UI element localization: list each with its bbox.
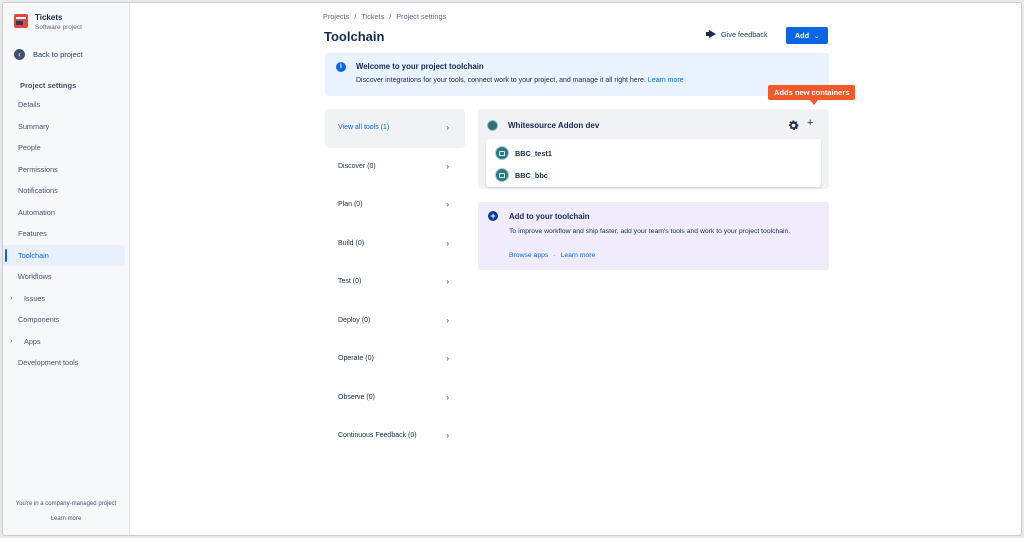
container-list: BBC_test1 BBC_bbc: [486, 139, 821, 187]
megaphone-icon: [706, 30, 717, 39]
project-header[interactable]: Tickets Software project: [14, 13, 82, 32]
company-managed-note: You're in a company-managed project: [15, 501, 117, 507]
gear-icon[interactable]: [787, 119, 800, 132]
add-toolchain-description: To improve workflow and ship faster, add…: [509, 228, 791, 235]
category-test[interactable]: Test (0) ›: [325, 263, 465, 302]
category-label: Plan (0): [338, 201, 363, 208]
sidebar-nav: Details Summary People Permissions Notif…: [3, 94, 129, 374]
category-label: Continuous Feedback (0): [338, 432, 417, 439]
plus-circle-icon: +: [488, 211, 498, 221]
tool-card: Whitesource Addon dev BBC_test1 BBC_bbc: [478, 109, 829, 189]
back-to-project-link[interactable]: ‹ Back to project: [14, 49, 83, 60]
chevron-right-icon: ›: [446, 200, 449, 209]
sidebar-item-components[interactable]: Components: [3, 309, 125, 331]
project-logo-icon: [14, 14, 28, 28]
chevron-right-icon: ›: [446, 123, 449, 132]
welcome-learn-more-link[interactable]: Learn more: [648, 77, 684, 84]
category-continuous-feedback[interactable]: Continuous Feedback (0) ›: [325, 417, 465, 456]
chevron-right-icon: ›: [446, 315, 449, 325]
chevron-right-icon: ›: [446, 354, 449, 363]
add-button[interactable]: Add ⌄: [786, 27, 828, 44]
sidebar-item-issues[interactable]: › Issues: [3, 288, 125, 310]
chevron-right-icon: ›: [446, 238, 449, 248]
container-item[interactable]: BBC_test1: [495, 143, 552, 163]
sidebar: Tickets Software project ‹ Back to proje…: [3, 3, 130, 535]
add-container-icon[interactable]: +: [807, 117, 813, 130]
sidebar-item-people[interactable]: People: [3, 137, 125, 159]
breadcrumb: Projects / Tickets / Project settings: [323, 12, 447, 21]
category-label: Observe (0): [338, 393, 375, 401]
add-toolchain-links: Browse apps · Learn more: [509, 252, 596, 259]
chevron-right-icon: ›: [446, 161, 449, 171]
sidebar-item-features[interactable]: Features: [3, 223, 125, 245]
sidebar-item-details[interactable]: Details: [3, 94, 125, 116]
category-operate[interactable]: Operate (0) ›: [325, 340, 465, 379]
sidebar-item-apps[interactable]: › Apps: [3, 331, 125, 353]
sidebar-item-label: Issues: [24, 293, 46, 303]
add-toolchain-title: Add to your toolchain: [509, 212, 590, 221]
category-plan[interactable]: Plan (0) ›: [325, 186, 465, 225]
sidebar-item-automation[interactable]: Automation: [3, 202, 125, 224]
chevron-right-icon: ›: [10, 337, 13, 345]
browse-apps-link[interactable]: Browse apps: [509, 252, 548, 259]
welcome-title: Welcome to your project toolchain: [356, 62, 484, 71]
sidebar-item-permissions[interactable]: Permissions: [3, 159, 125, 181]
category-label: Build (0): [338, 239, 365, 247]
info-icon: i: [336, 62, 346, 72]
company-learn-more-link[interactable]: Learn more: [3, 516, 129, 522]
chevron-right-icon: ›: [446, 392, 449, 402]
sidebar-item-toolchain[interactable]: Toolchain: [3, 244, 125, 266]
sidebar-item-summary[interactable]: Summary: [3, 116, 125, 138]
back-label: Back to project: [33, 50, 83, 59]
project-type: Software project: [35, 24, 82, 31]
tool-category-list: View all tools (1) › Discover (0) › Plan (…: [325, 109, 465, 456]
sidebar-section-title: Project settings: [20, 81, 77, 90]
give-feedback-button[interactable]: Give feedback: [706, 30, 768, 39]
sidebar-item-development-tools[interactable]: Development tools: [3, 352, 125, 374]
page-title: Toolchain: [324, 29, 385, 44]
whitesource-logo-icon: [487, 120, 498, 131]
category-build[interactable]: Build (0) ›: [325, 225, 465, 264]
sidebar-item-workflows[interactable]: Workflows: [3, 266, 125, 288]
arrow-left-icon: ‹: [14, 49, 25, 60]
container-icon: [495, 168, 509, 182]
category-label: Operate (0): [338, 355, 374, 362]
app-window: Tickets Software project ‹ Back to proje…: [2, 2, 1022, 536]
container-item[interactable]: BBC_bbc: [495, 165, 548, 185]
breadcrumb-project-settings[interactable]: Project settings: [396, 12, 446, 21]
chevron-right-icon: ›: [10, 294, 13, 302]
category-label: Discover (0): [338, 162, 376, 170]
welcome-description: Discover integrations for your tools, co…: [356, 77, 684, 84]
project-name: Tickets: [35, 13, 63, 22]
tooltip: Adds new containers: [768, 85, 856, 105]
chevron-right-icon: ›: [446, 431, 449, 440]
chevron-down-icon: ⌄: [814, 34, 820, 40]
container-icon: [495, 146, 509, 160]
welcome-text: Discover integrations for your tools, co…: [356, 77, 646, 84]
category-label: Deploy (0): [338, 316, 371, 324]
category-label: View all tools (1): [338, 124, 390, 131]
category-deploy[interactable]: Deploy (0) ›: [325, 302, 465, 341]
chevron-right-icon: ›: [446, 277, 449, 286]
category-discover[interactable]: Discover (0) ›: [325, 148, 465, 187]
tool-card-title: Whitesource Addon dev: [508, 121, 600, 130]
container-name: BBC_test1: [515, 148, 552, 158]
category-label: Test (0): [338, 278, 362, 285]
breadcrumb-tickets[interactable]: Tickets: [361, 12, 384, 21]
category-observe[interactable]: Observe (0) ›: [325, 379, 465, 418]
add-to-toolchain-card: + Add to your toolchain To improve workf…: [478, 202, 829, 270]
container-name: BBC_bbc: [515, 170, 548, 180]
add-learn-more-link[interactable]: Learn more: [561, 252, 596, 259]
welcome-banner: i Welcome to your project toolchain Disc…: [325, 53, 829, 96]
add-label: Add: [794, 31, 810, 40]
breadcrumb-projects[interactable]: Projects: [323, 12, 349, 21]
category-view-all[interactable]: View all tools (1) ›: [325, 109, 465, 148]
feedback-label: Give feedback: [721, 30, 768, 39]
sidebar-item-notifications[interactable]: Notifications: [3, 180, 125, 202]
sidebar-item-label: Apps: [24, 336, 41, 346]
